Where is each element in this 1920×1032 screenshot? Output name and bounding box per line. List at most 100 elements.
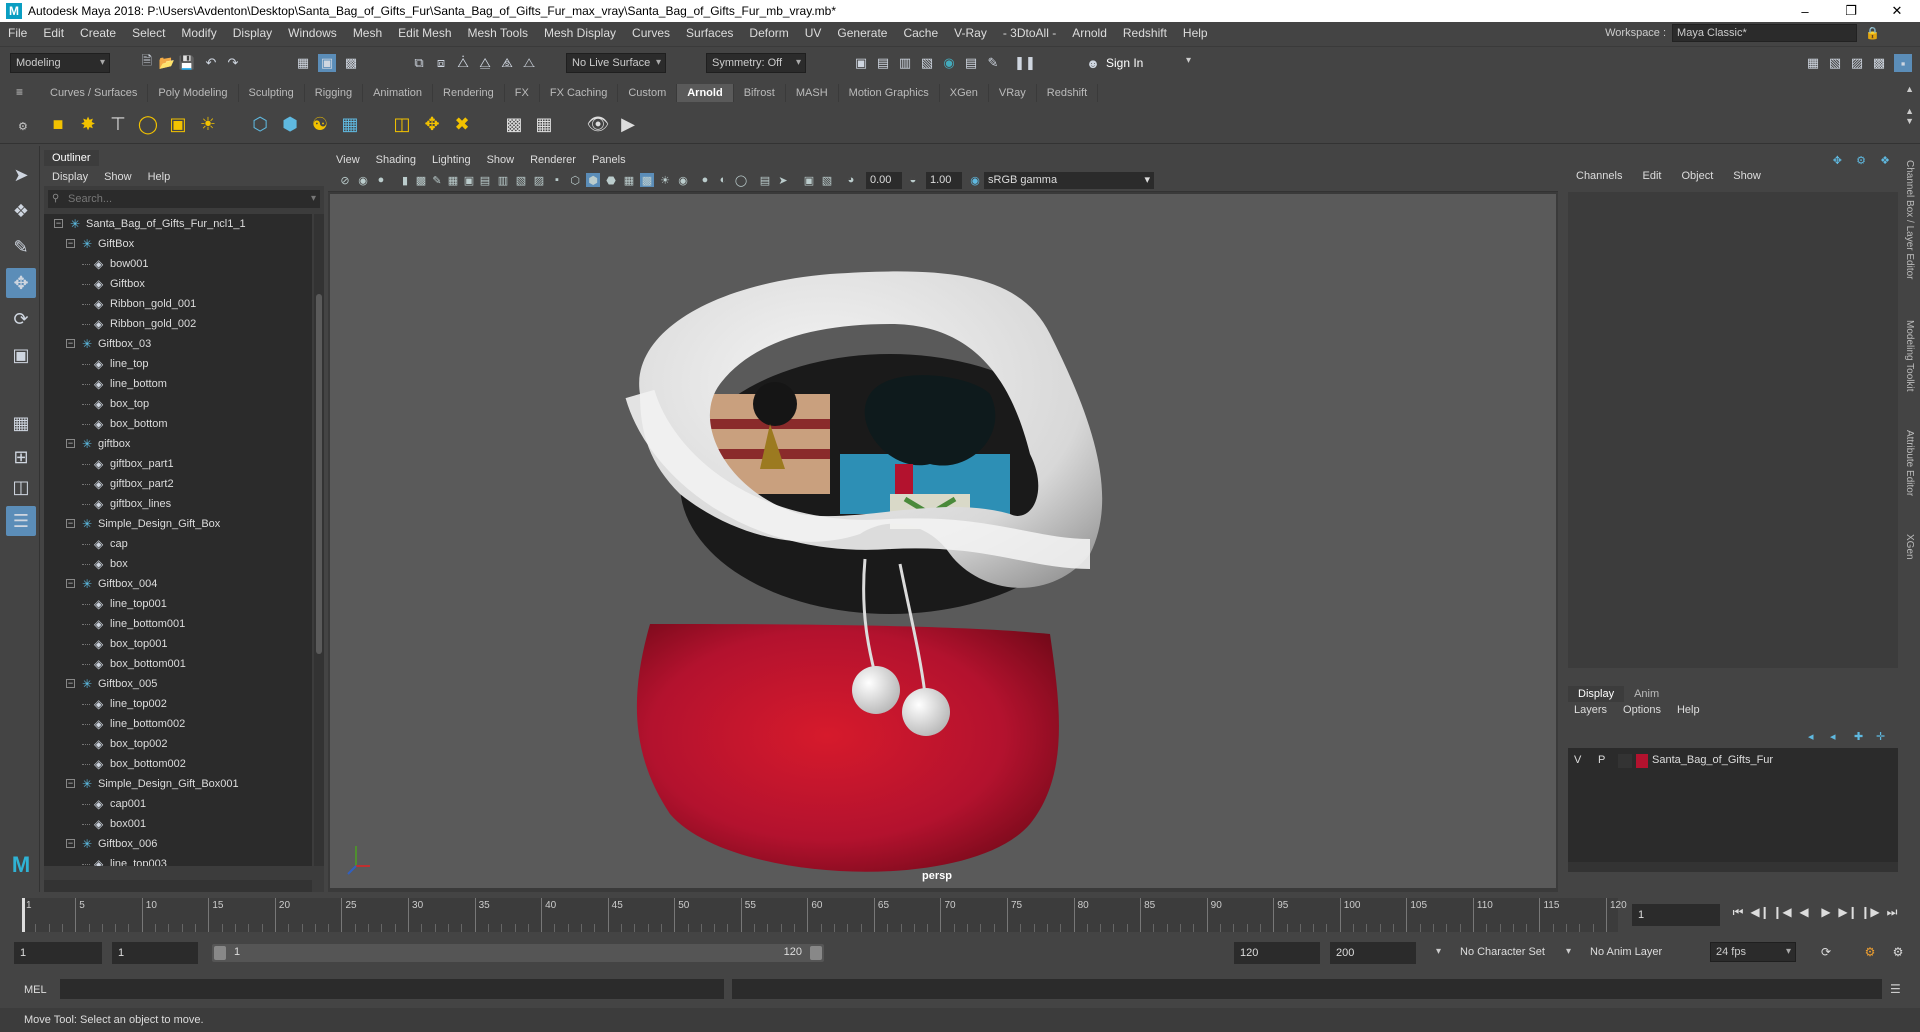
channel-menu-edit[interactable]: Edit [1632,170,1671,182]
gamma-icon[interactable]: ◒ [906,173,920,187]
channel-box-tool-icon[interactable]: ✥ [1833,154,1842,167]
side-tab-xgen[interactable]: XGen [1904,534,1915,560]
ipr-render-icon[interactable]: ▥ [896,54,914,72]
outliner-item[interactable]: ◈ Ribbon_gold_001 [44,294,312,314]
open-scene-icon[interactable]: 📂 [158,54,176,72]
current-frame-field[interactable]: 1 [1632,904,1720,926]
symmetry-dropdown[interactable]: Symmetry: Off [706,53,806,73]
layer-menu-help[interactable]: Help [1669,704,1708,716]
range-slider[interactable]: 1 120 [212,944,824,962]
menu-deform[interactable]: Deform [741,26,796,40]
outliner-search-field[interactable]: ⚲ Search... ▾ [48,190,320,208]
menu-mesh[interactable]: Mesh [345,26,390,40]
channel-layer-icon[interactable]: ▪ [1894,54,1912,72]
menu-curves[interactable]: Curves [624,26,678,40]
menu-arnold[interactable]: Arnold [1064,26,1115,40]
step-back-frame-icon[interactable]: ◀❙ [1750,904,1769,920]
outliner-item[interactable]: ◈ box_bottom001 [44,654,312,674]
script-editor-icon[interactable]: ☰ [1890,982,1901,996]
expand-collapse-icon[interactable]: − [66,239,75,248]
vray-render-icon[interactable]: ▤ [962,54,980,72]
close-button[interactable]: ✕ [1874,0,1920,22]
shadows-icon[interactable]: ☀ [658,173,672,187]
move-layer-up-icon[interactable]: ◂ [1808,730,1814,743]
character-set-dropdown[interactable]: No Character Set [1460,946,1545,958]
menu-modify[interactable]: Modify [173,26,224,40]
menu-generate[interactable]: Generate [829,26,895,40]
snap-view-icon[interactable]: ⧋ [476,54,494,72]
side-tab-attribute-editor[interactable]: Attribute Editor [1904,430,1915,496]
shelf-tab-curves-surfaces[interactable]: Curves / Surfaces [40,84,149,102]
outliner-menu-help[interactable]: Help [140,171,179,183]
color-management-icon[interactable]: ◉ [968,173,982,187]
menu-windows[interactable]: Windows [280,26,345,40]
layer-tab-anim[interactable]: Anim [1624,686,1669,702]
layer-menu-options[interactable]: Options [1615,704,1669,716]
volume-icon[interactable]: ☯ [306,110,334,138]
select-tool-icon[interactable]: ➤ [6,160,36,190]
time-ruler[interactable]: 1 5 10 15 20 25 30 35 40 45 50 55 60 65 70 75 80 85 90 95 10… [22,898,1627,932]
render-settings-icon[interactable]: ▧ [918,54,936,72]
live-surface-dropdown[interactable]: No Live Surface [566,53,666,73]
menu-set-dropdown[interactable]: Modeling [10,53,110,73]
step-back-key-icon[interactable]: ❙◀ [1772,904,1791,920]
menu-file[interactable]: File [0,26,35,40]
shelf-tab-vray[interactable]: VRay [989,84,1037,102]
safe-action-icon[interactable]: ▨ [532,173,546,187]
outliner-item[interactable]: − ✳ Giftbox_004 [44,574,312,594]
select-object-icon[interactable]: ▣ [318,54,336,72]
channel-menu-show[interactable]: Show [1723,170,1771,182]
camera-attributes-icon[interactable]: ◉ [356,173,370,187]
go-to-end-icon[interactable]: ⏭ [1884,904,1900,920]
outliner-item[interactable]: − ✳ giftbox [44,434,312,454]
expand-collapse-icon[interactable]: − [54,219,63,228]
viewport-menu-renderer[interactable]: Renderer [522,154,584,166]
textured-icon[interactable]: ▦ [622,173,636,187]
outliner-item[interactable]: ◈ line_bottom [44,374,312,394]
outliner-item[interactable]: − ✳ Giftbox_005 [44,674,312,694]
playback-end-field[interactable]: 120 [1234,942,1320,964]
shelf-scroll-up-icon[interactable]: ▲ [1905,84,1914,94]
expand-collapse-icon[interactable]: − [66,339,75,348]
menu-display[interactable]: Display [225,26,280,40]
outliner-item[interactable]: ◈ box_top002 [44,734,312,754]
loop-icon[interactable]: ⟳ [1818,944,1834,960]
channel-box-tool-settings-icon[interactable]: ❖ [1880,154,1890,167]
auto-key-icon[interactable]: ⚙ [1862,944,1878,960]
outliner-item[interactable]: − ✳ Simple_Design_Gift_Box [44,514,312,534]
outliner-item[interactable]: ◈ line_top [44,354,312,374]
pause-icon[interactable]: ❚❚ [1014,54,1036,72]
viewport-menu-view[interactable]: View [328,154,368,166]
flush-skydome-icon[interactable]: ✥ [418,110,446,138]
gate-mask-icon[interactable]: ▥ [496,173,510,187]
xray-active-icon[interactable]: ▧ [820,173,834,187]
outliner-item[interactable]: ◈ giftbox_part1 [44,454,312,474]
menu-redshift[interactable]: Redshift [1115,26,1175,40]
shelf-tab-bifrost[interactable]: Bifrost [734,84,786,102]
flush-texture-icon[interactable]: ◫ [388,110,416,138]
user-icon[interactable]: ☻ [1084,54,1102,72]
gamma-field[interactable]: 1.00 [926,172,962,189]
outliner-item[interactable]: ◈ box001 [44,814,312,834]
outliner-item[interactable]: ◈ cap [44,534,312,554]
move-layer-down-icon[interactable]: ◂ [1830,730,1836,743]
menu-edit[interactable]: Edit [35,26,72,40]
menu-3dtoall[interactable]: - 3DtoAll - [995,26,1064,40]
animation-end-field[interactable]: 200 [1330,942,1416,964]
expand-collapse-icon[interactable]: − [66,679,75,688]
shelf-tab-fx[interactable]: FX [505,84,540,102]
shelf-tab-sculpting[interactable]: Sculpting [239,84,305,102]
ambient-occlusion-icon[interactable]: ◉ [676,173,690,187]
character-set-chevron-icon[interactable]: ▾ [1436,946,1441,957]
outliner-menu-display[interactable]: Display [44,171,96,183]
shelf-tab-motion-graphics[interactable]: Motion Graphics [839,84,940,102]
shelf-scroll-icon[interactable]: ▲ ▼ [1905,106,1914,126]
layer-playback-toggle[interactable]: P [1598,754,1605,766]
shelf-tab-fx-caching[interactable]: FX Caching [540,84,619,102]
outliner-menu-show[interactable]: Show [96,171,140,183]
expand-collapse-icon[interactable]: − [66,439,75,448]
outliner-item[interactable]: ◈ line_bottom001 [44,614,312,634]
use-all-lights-icon[interactable]: ▩ [640,173,654,187]
select-hierarchy-icon[interactable]: ▦ [294,54,312,72]
standin-icon[interactable]: ⬡ [246,110,274,138]
